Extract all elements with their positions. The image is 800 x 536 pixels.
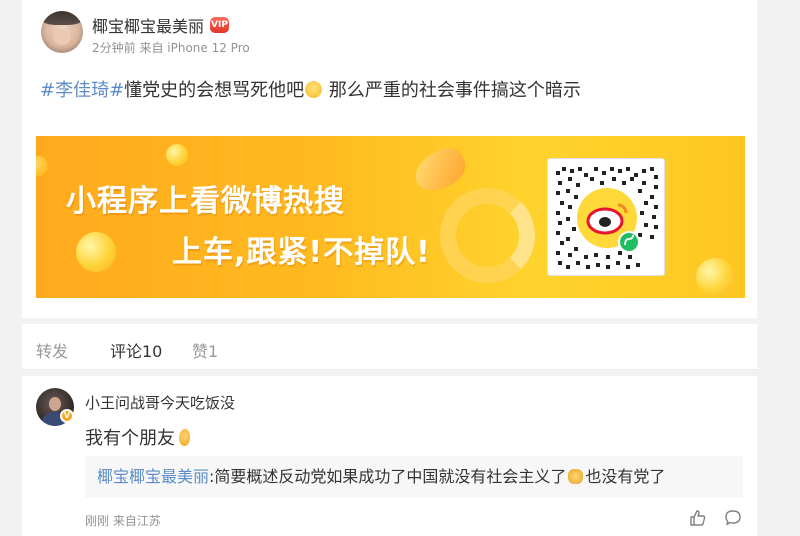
mini-program-banner[interactable]: 小程序上看微博热搜 上车,跟紧!不掉队! xyxy=(36,136,745,298)
reply-text-part1: :简要概述反动党如果成功了中国就没有社会主义了 xyxy=(209,467,567,486)
decor-ball xyxy=(76,232,116,272)
avatar-hair xyxy=(41,11,83,25)
thumbs-up-icon[interactable] xyxy=(689,509,707,527)
avatar-head xyxy=(49,397,61,411)
post-text-part1: 懂党史的会想骂死他吧 xyxy=(124,80,305,101)
interaction-tabs: 转发 评论10 赞1 xyxy=(22,324,757,370)
verified-badge-icon: V xyxy=(60,409,74,423)
rocket-icon xyxy=(408,142,472,198)
qr-code-graphic xyxy=(556,167,658,269)
post-text-part2: 那么严重的社会事件搞这个暗示 xyxy=(323,80,581,101)
avatar-face xyxy=(53,29,71,45)
banner-subline: 上车,跟紧!不掉队! xyxy=(172,235,431,270)
reply-text-part2: 也没有党了 xyxy=(585,467,666,486)
comment-item: V 小王问战哥今天吃饭没 我有个朋友 椰宝椰宝最美丽:简要概述反动党如果成功了中… xyxy=(22,376,757,536)
post-card: 椰宝椰宝最美丽 VIP 2分钟前 来自 iPhone 12 Pro #李佳琦#懂… xyxy=(22,0,757,318)
qr-code[interactable] xyxy=(547,158,665,276)
decor-ball xyxy=(166,144,188,166)
post-text: #李佳琦#懂党史的会想骂死他吧 那么严重的社会事件搞这个暗示 xyxy=(40,76,581,102)
post-author-avatar[interactable] xyxy=(41,11,83,53)
smile-emoji-icon xyxy=(305,81,323,98)
tab-likes[interactable]: 赞1 xyxy=(192,338,218,362)
comment-text-content: 我有个朋友 xyxy=(85,428,175,449)
decor-ball xyxy=(36,156,48,176)
comment-text: 我有个朋友 xyxy=(85,424,190,450)
tab-comments[interactable]: 评论10 xyxy=(110,338,162,362)
vip-badge-icon[interactable]: VIP xyxy=(210,17,230,33)
post-author-name-text[interactable]: 椰宝椰宝最美丽 xyxy=(92,13,204,37)
quoted-reply[interactable]: 椰宝椰宝最美丽:简要概述反动党如果成功了中国就没有社会主义了 也没有党了 xyxy=(85,456,743,498)
mini-program-icon xyxy=(620,233,638,251)
banner-headline: 小程序上看微博热搜 xyxy=(66,184,345,219)
cat-emoji-icon xyxy=(568,469,584,484)
tab-repost[interactable]: 转发 xyxy=(36,338,68,362)
post-author-name[interactable]: 椰宝椰宝最美丽 VIP xyxy=(92,13,230,37)
decor-ball xyxy=(696,258,734,296)
commenter-name[interactable]: 小王问战哥今天吃饭没 xyxy=(85,392,235,413)
speech-bubble-icon[interactable] xyxy=(724,509,742,527)
topic-link[interactable]: #李佳琦# xyxy=(40,80,124,101)
post-meta: 2分钟前 来自 iPhone 12 Pro xyxy=(92,41,250,55)
comment-meta: 刚刚 来自江苏 xyxy=(85,514,161,528)
weibo-logo-icon xyxy=(440,188,535,283)
reply-author-link[interactable]: 椰宝椰宝最美丽 xyxy=(97,467,209,486)
ear-emoji-icon xyxy=(179,429,190,446)
